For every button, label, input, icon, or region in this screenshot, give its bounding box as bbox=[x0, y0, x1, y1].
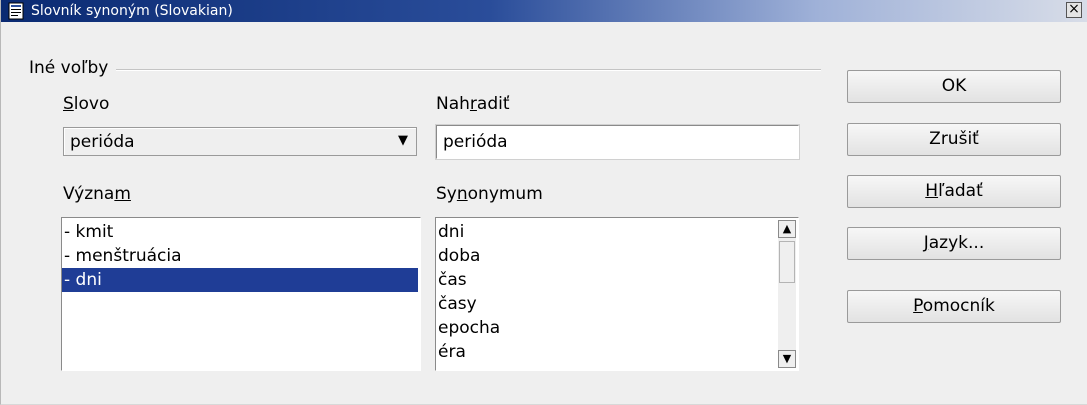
word-dropdown[interactable]: perióda ▼ bbox=[63, 127, 417, 156]
app-icon bbox=[8, 2, 24, 20]
meaning-label-mnemonic: m bbox=[114, 184, 131, 204]
meaning-item[interactable]: - menštruácia bbox=[62, 244, 420, 268]
synonym-items: dni doba čas časy epocha éra bbox=[436, 218, 798, 364]
synonym-item[interactable]: éra bbox=[436, 340, 798, 364]
meaning-list[interactable]: - kmit - menštruácia - dni bbox=[61, 217, 421, 371]
word-label: Slovo bbox=[63, 93, 109, 115]
search-button[interactable]: Hľadať bbox=[847, 175, 1061, 208]
word-dropdown-value: perióda bbox=[70, 132, 135, 152]
search-button-label: ľadať bbox=[938, 181, 983, 201]
synonym-label-pre: Sy bbox=[436, 184, 457, 204]
ok-button[interactable]: OK bbox=[847, 70, 1061, 103]
synonym-label-post: onymum bbox=[467, 184, 543, 204]
replace-label-mnemonic: r bbox=[469, 94, 477, 114]
synonym-item[interactable]: čas bbox=[436, 268, 798, 292]
meaning-item[interactable]: - kmit bbox=[62, 220, 420, 244]
help-button-mnemonic: P bbox=[913, 296, 923, 316]
meaning-item-selected[interactable]: - dni bbox=[62, 268, 418, 292]
cancel-button-label: Zrušiť bbox=[929, 129, 979, 149]
word-label-text: lovo bbox=[73, 94, 110, 114]
window-title: Slovník synoným (Slovakian) bbox=[31, 3, 233, 19]
title-bar[interactable]: Slovník synoným (Slovakian) × bbox=[1, 0, 1087, 22]
synonym-label: Synonymum bbox=[436, 183, 543, 205]
replace-label: Nahradiť bbox=[436, 93, 510, 115]
close-button[interactable]: × bbox=[1066, 2, 1082, 18]
dropdown-arrow-icon[interactable]: ▼ bbox=[394, 132, 412, 150]
search-button-mnemonic: H bbox=[925, 181, 939, 201]
synonym-item[interactable]: dni bbox=[436, 220, 798, 244]
meaning-label: Význam bbox=[63, 183, 131, 205]
language-button-label: azyk... bbox=[928, 233, 985, 253]
synonym-item[interactable]: doba bbox=[436, 244, 798, 268]
synonym-label-mnemonic: n bbox=[456, 184, 468, 204]
scroll-thumb[interactable] bbox=[779, 241, 795, 283]
word-label-mnemonic: S bbox=[63, 94, 74, 114]
cancel-button[interactable]: Zrušiť bbox=[847, 123, 1061, 156]
help-button-label: omocník bbox=[922, 296, 995, 316]
replace-field[interactable] bbox=[443, 131, 783, 153]
thesaurus-dialog: Slovník synoným (Slovakian) × Iné voľby … bbox=[0, 0, 1087, 405]
replace-field-frame bbox=[435, 124, 800, 160]
ok-button-label: OK bbox=[941, 76, 967, 96]
scroll-up-arrow-icon[interactable]: ▲ bbox=[778, 220, 796, 238]
language-button[interactable]: Jazyk... bbox=[847, 227, 1061, 260]
group-label: Iné voľby bbox=[29, 57, 117, 79]
meaning-label-pre: Význa bbox=[63, 184, 115, 204]
help-button[interactable]: Pomocník bbox=[847, 290, 1061, 323]
synonym-scrollbar[interactable]: ▲ ▼ bbox=[778, 220, 796, 368]
synonym-list[interactable]: dni doba čas časy epocha éra ▲ ▼ bbox=[435, 217, 799, 371]
meaning-items: - kmit - menštruácia - dni bbox=[62, 218, 420, 292]
scroll-down-arrow-icon[interactable]: ▼ bbox=[778, 350, 796, 368]
replace-label-post: adiť bbox=[476, 94, 510, 114]
close-icon: × bbox=[1068, 1, 1080, 17]
group-divider bbox=[29, 69, 821, 71]
synonym-item[interactable]: epocha bbox=[436, 316, 798, 340]
synonym-item[interactable]: časy bbox=[436, 292, 798, 316]
replace-label-pre: Nah bbox=[436, 94, 470, 114]
